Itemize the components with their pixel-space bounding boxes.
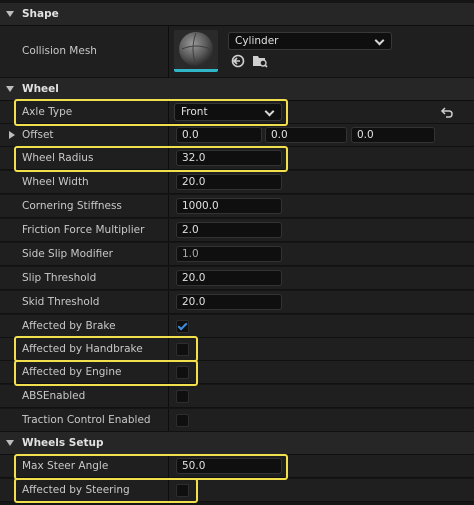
row-wheel-radius: Wheel Radius 32.0 (0, 147, 474, 170)
skid-threshold-label: Skid Threshold (22, 296, 100, 308)
axle-type-value: Front (181, 106, 208, 118)
column-divider[interactable] (168, 171, 169, 193)
column-divider[interactable] (168, 455, 169, 477)
section-title: Wheel (22, 83, 59, 95)
column-divider[interactable] (168, 315, 169, 337)
max-steer-angle-label: Max Steer Angle (22, 460, 109, 472)
slip-threshold-field[interactable]: 20.0 (176, 270, 282, 286)
column-divider[interactable] (168, 338, 169, 360)
browse-to-asset-icon[interactable] (252, 54, 268, 68)
section-header-wheels-setup[interactable]: Wheels Setup (0, 432, 474, 455)
affected-by-handbrake-label: Affected by Handbrake (22, 343, 143, 355)
row-traction-control-enabled: Traction Control Enabled (0, 409, 474, 432)
traction-control-enabled-checkbox[interactable] (176, 414, 189, 427)
row-abs-enabled: ABSEnabled (0, 385, 474, 408)
axle-type-label: Axle Type (22, 106, 73, 118)
column-divider[interactable] (168, 195, 169, 217)
wheel-width-field[interactable]: 20.0 (176, 174, 282, 190)
column-divider[interactable] (168, 101, 169, 123)
row-affected-by-steering: Affected by Steering (0, 479, 474, 502)
row-wheel-width: Wheel Width 20.0 (0, 171, 474, 194)
affected-by-brake-checkbox[interactable] (176, 320, 189, 333)
expand-arrow-icon[interactable] (9, 131, 15, 139)
row-affected-by-engine: Affected by Engine (0, 361, 474, 384)
collision-mesh-dropdown[interactable]: Cylinder (228, 32, 392, 50)
column-divider[interactable] (168, 243, 169, 265)
column-divider[interactable] (168, 361, 169, 383)
cornering-stiffness-label: Cornering Stiffness (22, 200, 122, 212)
abs-enabled-checkbox[interactable] (176, 390, 189, 403)
reset-to-default-icon[interactable] (440, 106, 454, 118)
row-offset: Offset 0.0 0.0 0.0 (0, 124, 474, 147)
mesh-thumbnail[interactable] (174, 30, 218, 72)
column-divider[interactable] (168, 479, 169, 501)
row-axle-type: Axle Type Front (0, 101, 474, 124)
slip-threshold-label: Slip Threshold (22, 272, 97, 284)
max-steer-angle-field[interactable]: 50.0 (176, 458, 282, 474)
row-max-steer-angle: Max Steer Angle 50.0 (0, 455, 474, 478)
use-selected-asset-icon[interactable] (231, 54, 245, 68)
row-skid-threshold: Skid Threshold 20.0 (0, 291, 474, 314)
details-panel: Shape Collision Mesh Cylinder Wheel Axle… (0, 0, 474, 505)
friction-force-multiplier-field[interactable]: 2.0 (176, 222, 282, 238)
row-side-slip-modifier: Side Slip Modifier 1.0 (0, 243, 474, 266)
offset-label: Offset (22, 129, 54, 141)
column-divider[interactable] (168, 219, 169, 241)
friction-force-multiplier-label: Friction Force Multiplier (22, 224, 145, 236)
column-divider[interactable] (168, 291, 169, 313)
collision-mesh-label: Collision Mesh (22, 45, 97, 57)
cylinder-mesh-icon (174, 32, 218, 72)
section-header-wheel[interactable]: Wheel (0, 78, 474, 101)
column-divider[interactable] (168, 124, 169, 146)
wheel-radius-field[interactable]: 32.0 (176, 150, 282, 166)
checkmark-icon (177, 320, 188, 331)
column-divider[interactable] (168, 147, 169, 169)
collapse-arrow-icon[interactable] (6, 86, 14, 92)
row-collision-mesh: Collision Mesh Cylinder (0, 26, 474, 78)
chevron-down-icon (264, 106, 275, 117)
section-title: Shape (22, 8, 59, 20)
traction-control-enabled-label: Traction Control Enabled (22, 414, 151, 426)
axle-type-dropdown[interactable]: Front (174, 103, 282, 121)
abs-enabled-label: ABSEnabled (22, 390, 86, 402)
section-header-shape[interactable]: Shape (0, 3, 474, 26)
wheel-radius-label: Wheel Radius (22, 152, 94, 164)
column-divider[interactable] (168, 267, 169, 289)
side-slip-modifier-label: Side Slip Modifier (22, 248, 114, 260)
affected-by-brake-label: Affected by Brake (22, 320, 116, 332)
side-slip-modifier-field[interactable]: 1.0 (176, 246, 282, 262)
column-divider[interactable] (168, 26, 169, 77)
offset-x-field[interactable]: 0.0 (176, 127, 262, 143)
column-divider[interactable] (168, 409, 169, 431)
row-cornering-stiffness: Cornering Stiffness 1000.0 (0, 195, 474, 218)
section-title: Wheels Setup (22, 437, 104, 449)
collision-mesh-value: Cylinder (235, 35, 279, 47)
column-divider[interactable] (168, 385, 169, 407)
affected-by-steering-label: Affected by Steering (22, 484, 130, 496)
row-slip-threshold: Slip Threshold 20.0 (0, 267, 474, 290)
affected-by-engine-label: Affected by Engine (22, 366, 122, 378)
collapse-arrow-icon[interactable] (6, 440, 14, 446)
offset-z-field[interactable]: 0.0 (351, 127, 435, 143)
affected-by-steering-checkbox[interactable] (176, 484, 189, 497)
affected-by-handbrake-checkbox[interactable] (176, 343, 189, 356)
row-affected-by-brake: Affected by Brake (0, 315, 474, 338)
wheel-width-label: Wheel Width (22, 176, 89, 188)
chevron-down-icon (374, 35, 385, 46)
cornering-stiffness-field[interactable]: 1000.0 (176, 198, 282, 214)
affected-by-engine-checkbox[interactable] (176, 366, 189, 379)
skid-threshold-field[interactable]: 20.0 (176, 294, 282, 310)
collapse-arrow-icon[interactable] (6, 11, 14, 17)
row-affected-by-handbrake: Affected by Handbrake (0, 338, 474, 361)
row-friction-force-multiplier: Friction Force Multiplier 2.0 (0, 219, 474, 242)
offset-y-field[interactable]: 0.0 (265, 127, 347, 143)
